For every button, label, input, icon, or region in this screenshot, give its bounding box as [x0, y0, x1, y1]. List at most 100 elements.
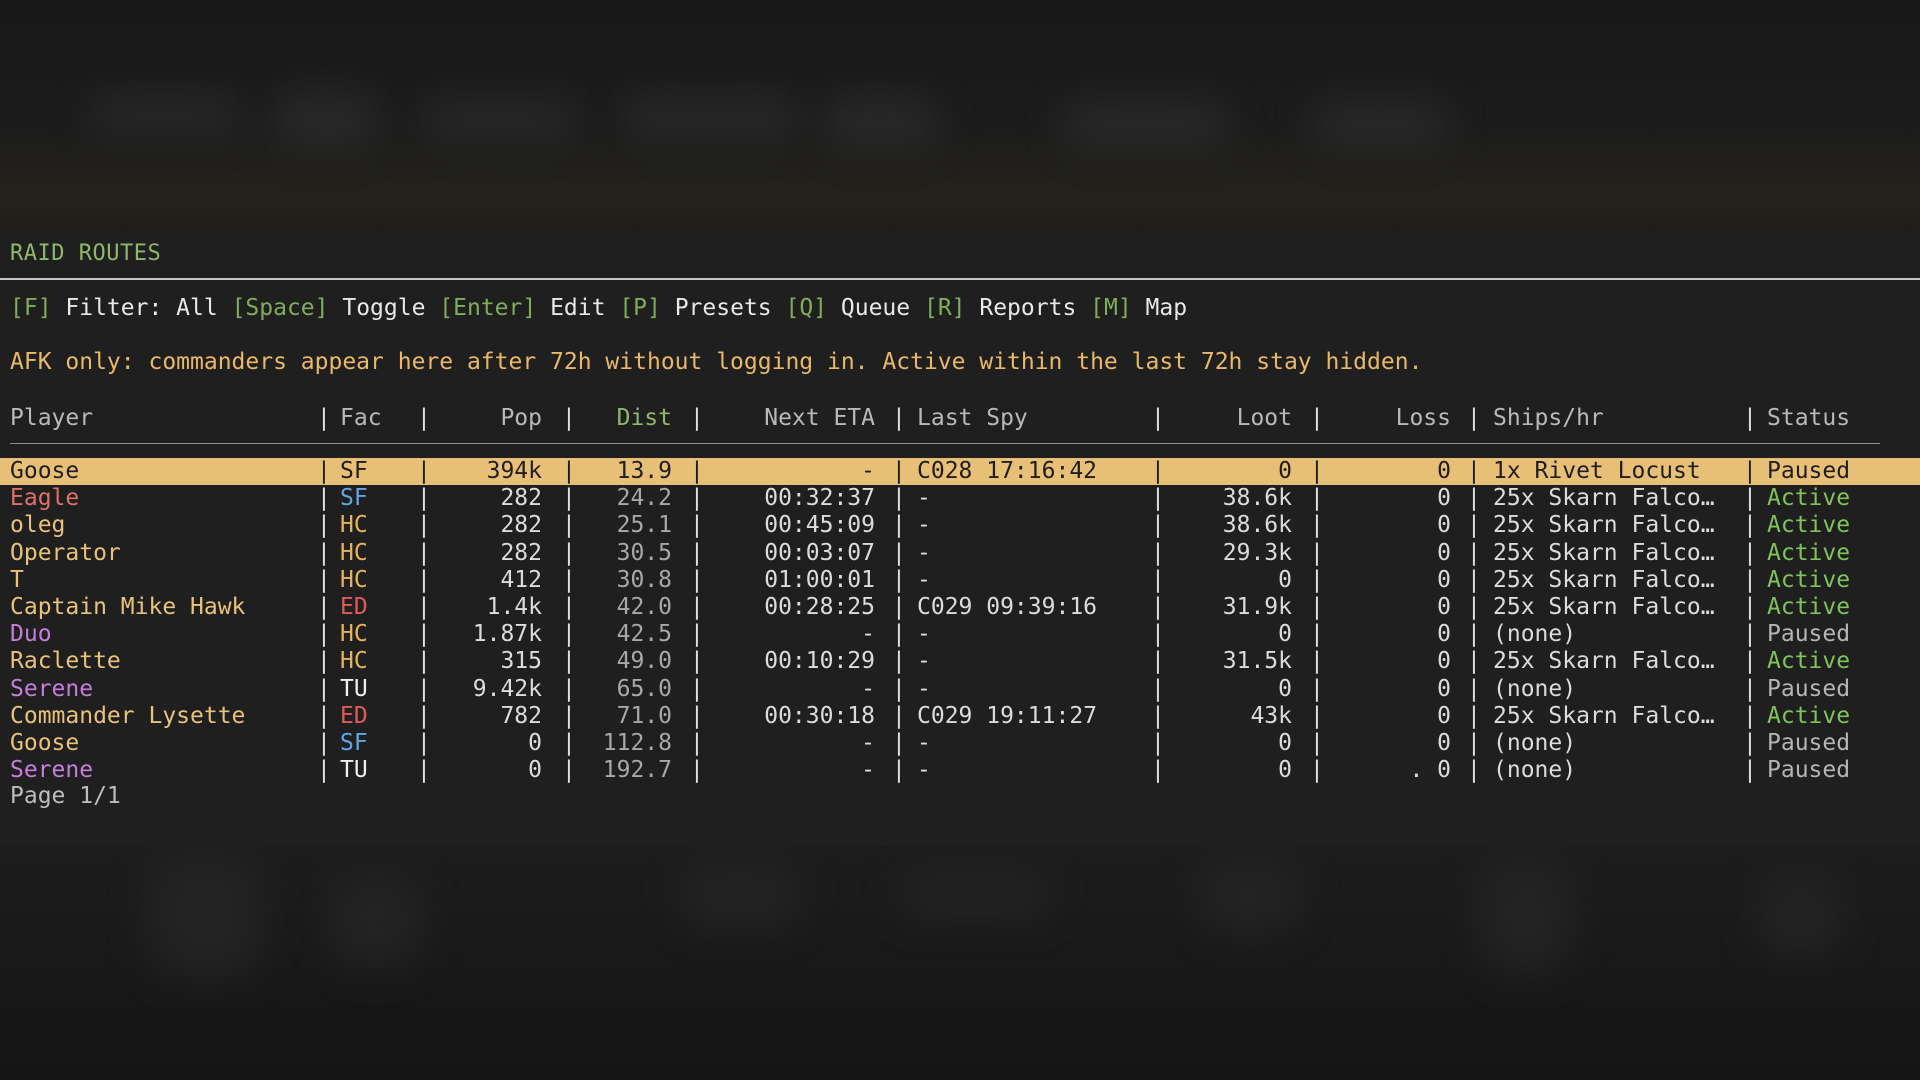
header-status[interactable]: Status	[1767, 403, 1897, 433]
column-separator: |	[417, 757, 431, 784]
cell-loot: 0	[1278, 566, 1292, 593]
table-row[interactable]: Operator | HC | 282 | 30.5 | 00:03:07 | - | 29.3k | 0 |…	[0, 540, 1920, 567]
key-hint-6[interactable]: [M]	[1090, 295, 1132, 321]
key-hint-4[interactable]: [Q]	[785, 295, 827, 321]
cell-loot: 43k	[1250, 702, 1292, 729]
column-separator: |	[1310, 485, 1324, 512]
cell-ships-hr: (none)	[1493, 621, 1577, 648]
cell-loss: 0	[1437, 621, 1451, 648]
cell-loot: 31.9k	[1222, 593, 1292, 620]
column-separator: |	[1310, 675, 1324, 702]
column-separator: |	[317, 702, 331, 729]
column-separator: |	[417, 593, 431, 620]
table-row[interactable]: Serene | TU | 9.42k | 65.0 | - | - | 0 | 0 | (none) | Paus…	[0, 676, 1920, 703]
table-row[interactable]: Goose | SF | 0 | 112.8 | - | - | 0 | 0 | (none) | Paused	[0, 730, 1920, 757]
column-separator: |	[317, 512, 331, 539]
cell-ships-hr: 25x Skarn Falco…	[1493, 702, 1715, 729]
key-hint-1[interactable]: [Space]	[232, 295, 329, 321]
cell-ships-hr: (none)	[1493, 757, 1577, 784]
column-separator: |	[1310, 621, 1324, 648]
header-next-eta[interactable]: Next ETA	[700, 403, 875, 433]
key-hint-0[interactable]: [F]	[10, 295, 52, 321]
cell-player: Captain Mike Hawk	[10, 593, 246, 620]
column-separator: |	[1467, 458, 1481, 484]
table-row[interactable]: Duo | HC | 1.87k | 42.5 | - | - | 0 | 0 | (none) | Paused	[0, 621, 1920, 648]
table-row[interactable]: oleg | HC | 282 | 25.1 | 00:45:09 | - | 38.6k | 0 | 25x …	[0, 512, 1920, 539]
header-pop[interactable]: Pop	[430, 403, 542, 433]
column-separator: |	[892, 485, 906, 512]
column-separator: |	[1467, 593, 1481, 620]
column-separator: |	[417, 702, 431, 729]
column-separator: |	[892, 757, 906, 784]
header-ships-hr[interactable]: Ships/hr	[1493, 403, 1743, 433]
table-row[interactable]: Raclette | HC | 315 | 49.0 | 00:10:29 | - | 31.5k | 0 |…	[0, 648, 1920, 675]
key-hint-5[interactable]: [R]	[924, 295, 966, 321]
cell-ships-hr: 25x Skarn Falco…	[1493, 512, 1715, 539]
column-separator: |	[1743, 702, 1757, 729]
header-last-spy[interactable]: Last Spy	[917, 403, 1137, 433]
cell-loss: . 0	[1409, 757, 1451, 784]
column-separator: |	[317, 593, 331, 620]
cell-dist: 65.0	[616, 675, 672, 702]
column-separator: |	[892, 566, 906, 593]
key-hint-3[interactable]: [P]	[619, 295, 661, 321]
cell-loot: 0	[1278, 621, 1292, 648]
column-separator: |	[892, 621, 906, 648]
column-separator: |	[892, 702, 906, 729]
cell-last-spy: C029 19:11:27	[917, 702, 1098, 729]
key-hint-label-5: Reports	[965, 295, 1091, 321]
cell-pop: 782	[500, 702, 542, 729]
key-hint-label-0: Filter: All	[51, 295, 232, 321]
table-row[interactable]: Eagle | SF | 282 | 24.2 | 00:32:37 | - | 38.6k | 0 | 25x…	[0, 485, 1920, 512]
cell-next-eta: -	[861, 675, 875, 702]
cell-loss: 0	[1437, 648, 1451, 675]
cell-next-eta: -	[861, 621, 875, 648]
column-separator: |	[1151, 512, 1165, 539]
header-player[interactable]: Player	[10, 403, 310, 433]
table-row[interactable]: Serene | TU | 0 | 192.7 | - | - | 0 |. 0 | (none) | Pause…	[0, 757, 1920, 784]
cell-last-spy: C029 09:39:16	[917, 593, 1098, 620]
cell-pop: 394k	[486, 458, 542, 484]
cell-next-eta: 00:30:18	[764, 702, 875, 729]
key-hint-2[interactable]: [Enter]	[439, 295, 536, 321]
cell-fac: HC	[340, 512, 368, 539]
header-fac[interactable]: Fac	[340, 403, 400, 433]
cell-dist: 30.5	[616, 539, 672, 566]
column-separator: |	[1467, 675, 1481, 702]
column-separator: |	[1467, 566, 1481, 593]
header-dist[interactable]: Dist	[560, 403, 672, 433]
table-row[interactable]: Commander Lysette | ED | 782 | 71.0 | 00:30:18 | C…	[0, 703, 1920, 730]
afk-note: AFK only: commanders appear here after 7…	[10, 349, 1423, 375]
column-separator: |	[1310, 512, 1324, 539]
table-row[interactable]: Captain Mike Hawk | ED | 1.4k | 42.0 | 00:28:25 |…	[0, 594, 1920, 621]
cell-loot: 38.6k	[1222, 512, 1292, 539]
column-separator: |	[1467, 648, 1481, 675]
cell-ships-hr: 25x Skarn Falco…	[1493, 485, 1715, 512]
column-separator: |	[417, 648, 431, 675]
cell-ships-hr: 25x Skarn Falco…	[1493, 539, 1715, 566]
title-divider	[0, 278, 1920, 280]
cell-status: Paused	[1767, 675, 1851, 702]
column-separator: |	[892, 648, 906, 675]
table-body: Goose | SF | 394k | 13.9 | - | C028 17:16:42 | 0 | 0 | 1…	[0, 458, 1920, 784]
column-separator: |	[1151, 729, 1165, 756]
column-separator: |	[1151, 593, 1165, 620]
cell-status: Paused	[1767, 729, 1851, 756]
column-separator: |	[317, 729, 331, 756]
table-row[interactable]: T | HC | 412 | 30.8 | 01:00:01 | - | 0 | 0 | 25x Skarn F…	[0, 567, 1920, 594]
cell-dist: 24.2	[616, 485, 672, 512]
cell-loss: 0	[1437, 485, 1451, 512]
header-loot[interactable]: Loot	[1170, 403, 1292, 433]
blurred-background-bottom	[0, 846, 1920, 1080]
column-separator: |	[1743, 485, 1757, 512]
cell-dist: 42.0	[616, 593, 672, 620]
cell-last-spy: -	[917, 512, 931, 539]
key-hint-label-1: Toggle	[328, 295, 440, 321]
cell-pop: 282	[500, 539, 542, 566]
column-separator: |	[1310, 566, 1324, 593]
header-loss[interactable]: Loss	[1330, 403, 1451, 433]
cell-fac: TU	[340, 757, 368, 784]
cell-loss: 0	[1437, 675, 1451, 702]
table-row[interactable]: Goose | SF | 394k | 13.9 | - | C028 17:16:42 | 0 | 0 | 1…	[0, 458, 1920, 486]
column-separator: |	[1151, 675, 1165, 702]
